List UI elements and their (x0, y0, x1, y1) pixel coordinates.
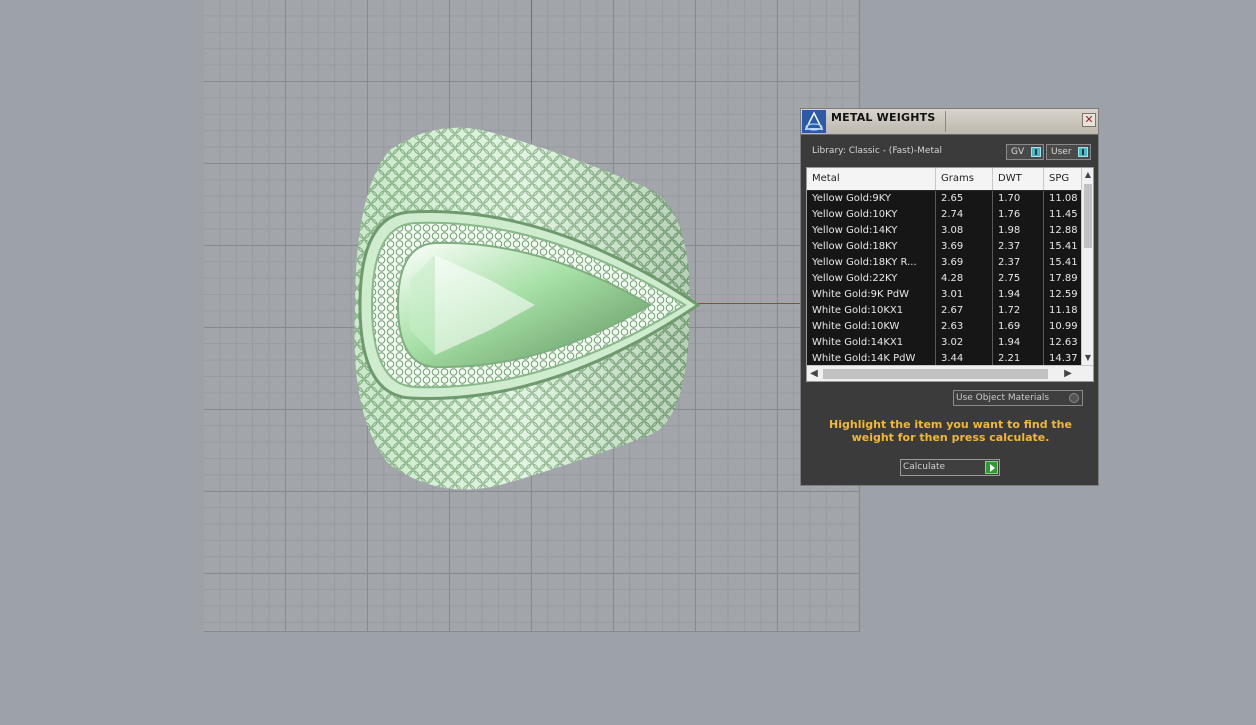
use-object-materials-label: Use Object Materials (956, 393, 1050, 403)
metal-table: Metal Grams DWT SPG Yellow Gold:9KY 2.65 1… (806, 167, 1094, 382)
horizontal-scrollbar[interactable]: ◀ ▶ (807, 365, 1093, 381)
table-cell: Yellow Gold:14KY (807, 223, 936, 239)
table-cell: 1.70 (993, 191, 1044, 207)
table-cell: 1.69 (993, 319, 1044, 335)
table-cell: 1.72 (993, 303, 1044, 319)
radio-icon (1069, 393, 1079, 403)
table-cell: 3.08 (936, 223, 993, 239)
table-row[interactable]: Yellow Gold:18KY R... 3.69 2.37 15.41 (807, 255, 1082, 271)
table-cell: 1.76 (993, 207, 1044, 223)
table-row[interactable]: Yellow Gold:14KY 3.08 1.98 12.88 (807, 223, 1082, 239)
calculate-button[interactable]: Calculate (900, 459, 1000, 476)
toggle-switch-icon (1078, 147, 1088, 157)
column-header-grams[interactable]: Grams (936, 168, 993, 190)
user-toggle[interactable]: User (1046, 144, 1091, 160)
table-row[interactable]: White Gold:9K PdW 3.01 1.94 12.59 (807, 287, 1082, 303)
vertical-scroll-thumb[interactable] (1084, 184, 1092, 248)
table-row[interactable]: White Gold:14KX1 3.02 1.94 12.63 (807, 335, 1082, 351)
dialog-titlebar[interactable]: METAL WEIGHTS ✕ (801, 109, 1098, 135)
table-cell: 2.74 (936, 207, 993, 223)
table-row[interactable]: Yellow Gold:18KY 3.69 2.37 15.41 (807, 239, 1082, 255)
table-cell: Yellow Gold:9KY (807, 191, 936, 207)
table-cell: 11.18 (1044, 303, 1082, 319)
table-cell: White Gold:10KW (807, 319, 936, 335)
app-logo-icon (802, 110, 826, 133)
table-row[interactable]: White Gold:10KX1 2.67 1.72 11.18 (807, 303, 1082, 319)
table-cell: 3.02 (936, 335, 993, 351)
table-cell: 15.41 (1044, 255, 1082, 271)
table-cell: Yellow Gold:22KY (807, 271, 936, 287)
table-cell: White Gold:14KX1 (807, 335, 936, 351)
table-cell: White Gold:10KX1 (807, 303, 936, 319)
table-cell: White Gold:9K PdW (807, 287, 936, 303)
scroll-up-icon[interactable]: ▲ (1082, 168, 1093, 182)
table-cell: Yellow Gold:18KY (807, 239, 936, 255)
table-cell: 3.69 (936, 239, 993, 255)
scroll-right-icon[interactable]: ▶ (1061, 366, 1075, 381)
table-cell: 2.67 (936, 303, 993, 319)
table-cell: Yellow Gold:18KY R... (807, 255, 936, 271)
table-cell: 2.37 (993, 239, 1044, 255)
library-label: Library: Classic - (Fast)-Metal (812, 146, 943, 156)
vertical-scrollbar[interactable]: ▲ ▼ (1081, 168, 1093, 365)
ring-model[interactable] (350, 120, 700, 495)
user-toggle-label: User (1051, 147, 1072, 157)
table-cell: 15.41 (1044, 239, 1082, 255)
table-cell: 1.94 (993, 287, 1044, 303)
y-axis-line (531, 0, 532, 140)
table-cell: Yellow Gold:10KY (807, 207, 936, 223)
table-cell: 12.63 (1044, 335, 1082, 351)
scroll-down-icon[interactable]: ▼ (1082, 351, 1093, 365)
table-cell: 2.65 (936, 191, 993, 207)
table-cell: 1.98 (993, 223, 1044, 239)
play-arrow-icon (985, 461, 998, 474)
table-cell: 11.45 (1044, 207, 1082, 223)
hint-text: Highlight the item you want to find the … (829, 418, 1072, 444)
table-cell: 11.08 (1044, 191, 1082, 207)
table-row[interactable]: White Gold:10KW 2.63 1.69 10.99 (807, 319, 1082, 335)
gv-toggle[interactable]: GV (1006, 144, 1044, 160)
table-header: Metal Grams DWT SPG (807, 168, 1082, 190)
table-cell: 2.37 (993, 255, 1044, 271)
table-cell: 1.94 (993, 335, 1044, 351)
table-row[interactable]: Yellow Gold:10KY 2.74 1.76 11.45 (807, 207, 1082, 223)
titlebar-divider (945, 111, 946, 132)
scroll-left-icon[interactable]: ◀ (807, 366, 821, 381)
use-object-materials-checkbox[interactable]: Use Object Materials (953, 390, 1083, 406)
table-cell: 10.99 (1044, 319, 1082, 335)
column-header-spg[interactable]: SPG (1044, 168, 1082, 190)
table-cell: 2.63 (936, 319, 993, 335)
table-cell: 3.01 (936, 287, 993, 303)
horizontal-scroll-thumb[interactable] (823, 369, 1048, 379)
gv-toggle-label: GV (1011, 147, 1025, 157)
dialog-title: METAL WEIGHTS (831, 111, 936, 124)
calculate-label: Calculate (903, 462, 946, 472)
table-body: Yellow Gold:9KY 2.65 1.70 11.08 Yellow Gold:… (807, 191, 1082, 367)
table-cell: 2.75 (993, 271, 1044, 287)
metal-weights-dialog: METAL WEIGHTS ✕ Library: Classic - (Fast… (800, 108, 1099, 486)
toggle-switch-icon (1031, 147, 1041, 157)
table-row[interactable]: Yellow Gold:22KY 4.28 2.75 17.89 (807, 271, 1082, 287)
column-header-metal[interactable]: Metal (807, 168, 936, 190)
table-cell: 4.28 (936, 271, 993, 287)
table-cell: 3.69 (936, 255, 993, 271)
column-header-dwt[interactable]: DWT (993, 168, 1044, 190)
table-row[interactable]: Yellow Gold:9KY 2.65 1.70 11.08 (807, 191, 1082, 207)
table-cell: 12.59 (1044, 287, 1082, 303)
table-cell: 17.89 (1044, 271, 1082, 287)
table-cell: 12.88 (1044, 223, 1082, 239)
close-button[interactable]: ✕ (1082, 113, 1096, 127)
